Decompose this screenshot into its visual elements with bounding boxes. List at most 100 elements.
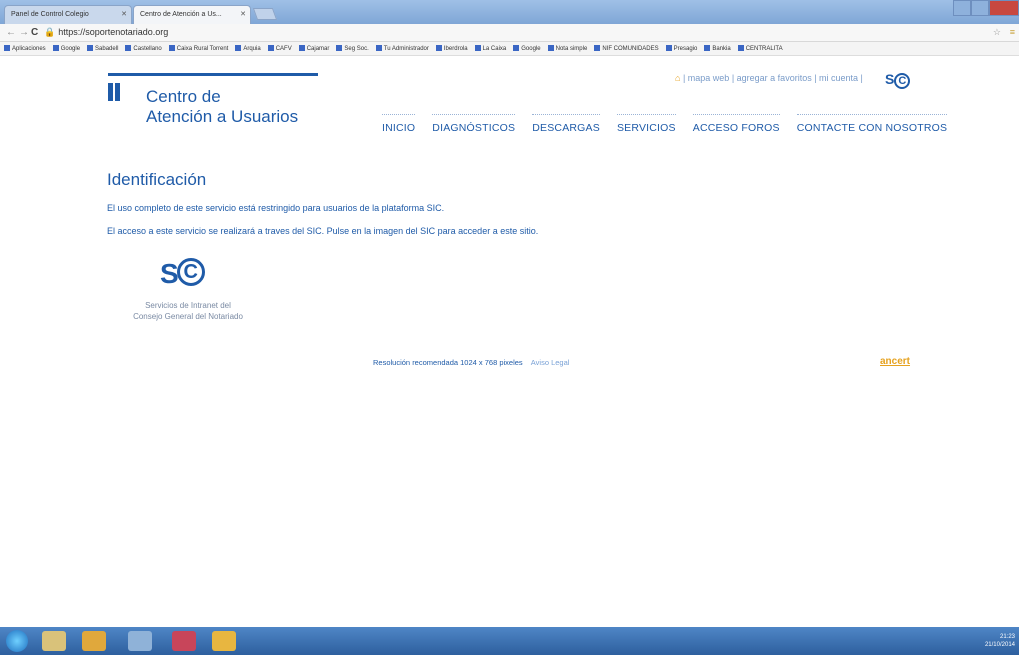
bookmark-label: Tu Administrador: [383, 46, 429, 52]
bookmark-label: Castellano: [133, 46, 162, 52]
forward-icon[interactable]: →: [19, 27, 29, 38]
restriction-text: El uso completo de este servicio está re…: [107, 203, 445, 213]
bookmark-item[interactable]: Presagio: [665, 45, 698, 52]
bookmark-label: La Caixa: [482, 46, 507, 52]
opera-icon[interactable]: [172, 631, 196, 651]
bookmark-icon: [474, 45, 481, 51]
address-bar-row: ← → C 🔒 https://soportenotariado.org ☆ ≡: [0, 24, 1019, 42]
page-title: Identificación: [107, 170, 207, 189]
bookmark-item[interactable]: Cajamar: [298, 45, 330, 52]
bookmark-label: Cajamar: [306, 46, 330, 52]
bookmark-item[interactable]: Castellano: [125, 45, 162, 52]
browser-titlebar: Panel de Control Colegio ✕ Centro de Ate…: [0, 0, 1019, 24]
tab-centro-atencion[interactable]: Centro de Atención a Us... ✕: [133, 5, 251, 24]
menu-icon[interactable]: ≡: [1010, 27, 1015, 37]
logo-bar: [108, 73, 318, 76]
nav-inicio[interactable]: INICIO: [382, 114, 416, 134]
bookmark-icon: [513, 45, 520, 51]
bookmark-item[interactable]: Google: [52, 45, 81, 52]
nav-servicios[interactable]: SERVICIOS: [616, 114, 676, 134]
clock-date: 21/10/2014: [984, 642, 1015, 648]
bookmark-icon: [375, 45, 382, 51]
main-nav: INICIO DIAGNÓSTICOS DESCARGAS SERVICIOS …: [382, 114, 964, 134]
tab-panel-control[interactable]: Panel de Control Colegio ✕: [4, 5, 132, 24]
bookmark-label: Google: [60, 46, 81, 52]
bookmark-icon: [168, 45, 175, 51]
bookmark-item[interactable]: Google: [513, 45, 541, 52]
bookmark-icon: [737, 45, 744, 51]
bookmark-icon: [87, 45, 94, 51]
tab-label: Panel de Control Colegio: [11, 11, 89, 18]
nav-descargas[interactable]: DESCARGAS: [532, 114, 600, 134]
footer: Resolución recomendada 1024 x 768 pixele…: [373, 358, 569, 367]
window-controls: [953, 0, 1019, 18]
access-text: El acceso a este servicio se realizará a…: [107, 226, 539, 236]
bookmark-icon: [704, 45, 711, 51]
bookmark-label: Bankia: [712, 46, 731, 52]
bookmark-label: Aplicaciones: [12, 46, 46, 52]
new-tab-button[interactable]: [252, 8, 278, 20]
minimize-button[interactable]: [953, 0, 971, 16]
bookmark-icon: [547, 45, 554, 51]
sic-small-logo[interactable]: SC: [885, 71, 911, 89]
bookmark-label: Caixa Rural Torrent: [176, 46, 229, 52]
bookmark-star-icon[interactable]: ☆: [993, 27, 1001, 38]
top-links[interactable]: ⌂ | mapa web | agregar a favoritos | mi …: [675, 73, 863, 83]
screen: Panel de Control Colegio ✕ Centro de Ate…: [0, 0, 1019, 655]
bookmark-label: Presagio: [673, 46, 698, 52]
bookmark-item[interactable]: Arquia: [235, 45, 261, 52]
maximize-button[interactable]: [971, 0, 989, 16]
bookmark-item[interactable]: Nota simple: [547, 45, 588, 52]
chrome-icon[interactable]: [82, 631, 106, 651]
bookmark-item[interactable]: Tu Administrador: [375, 45, 429, 52]
bookmark-icon: [298, 45, 305, 51]
bookmark-label: Arquia: [243, 46, 261, 52]
back-icon[interactable]: ←: [6, 27, 16, 38]
bookmark-item[interactable]: La Caixa: [474, 45, 507, 52]
ancert-logo[interactable]: ancert: [880, 356, 910, 367]
bookmark-icon: [235, 45, 242, 51]
app-icon[interactable]: [128, 631, 152, 651]
bookmark-item[interactable]: Seg Soc.: [336, 45, 369, 52]
close-tab-icon[interactable]: ✕: [240, 10, 246, 18]
bookmark-item[interactable]: CENTRALITA: [737, 45, 783, 52]
bookmark-icon: [267, 45, 274, 51]
close-window-button[interactable]: [989, 0, 1019, 16]
url-field[interactable]: 🔒 https://soportenotariado.org: [44, 27, 168, 38]
bookmark-icon: [4, 45, 10, 51]
bookmark-item[interactable]: CAFV: [267, 45, 292, 52]
bookmark-label: CAFV: [275, 46, 292, 52]
url-text: https://soportenotariado.org: [58, 27, 169, 37]
bookmark-item[interactable]: Aplicaciones: [4, 45, 46, 52]
logo-line-1: Centro de: [146, 87, 221, 106]
bookmark-item[interactable]: NIF COMUNIDADES: [594, 45, 659, 52]
sic-logo-link[interactable]: SC: [160, 258, 220, 289]
top-links-text: | mapa web | agregar a favoritos | mi cu…: [682, 73, 863, 83]
bookmark-item[interactable]: Sabadell: [87, 45, 118, 52]
explorer-icon[interactable]: [42, 631, 66, 651]
bookmark-label: Sabadell: [95, 46, 119, 52]
bookmark-label: Nota simple: [555, 46, 588, 52]
system-tray-clock[interactable]: 21:23 21/10/2014: [985, 633, 1015, 649]
bookmark-item[interactable]: Bankia: [704, 45, 731, 52]
bookmark-icon: [52, 45, 59, 51]
legal-link[interactable]: Aviso Legal: [531, 358, 570, 367]
sic-caption-line-2: Consejo General del Notariado: [133, 312, 243, 321]
nav-contacte[interactable]: CONTACTE CON NOSOTROS: [796, 114, 948, 134]
clock-time: 21:23: [999, 634, 1015, 640]
logo-book-icon: [108, 83, 122, 101]
taskbar: 21:23 21/10/2014: [0, 627, 1019, 655]
nav-diagnosticos[interactable]: DIAGNÓSTICOS: [432, 114, 516, 134]
lock-icon: 🔒: [44, 27, 56, 37]
bookmark-icon: [125, 45, 132, 51]
close-tab-icon[interactable]: ✕: [121, 10, 127, 18]
site-logo[interactable]: Centro de Atención a Usuarios: [146, 87, 298, 127]
start-button[interactable]: [6, 630, 28, 652]
reload-icon[interactable]: C: [31, 27, 38, 38]
bookmark-item[interactable]: Iberdrola: [435, 45, 468, 52]
folder-icon[interactable]: [212, 631, 236, 651]
sic-caption: Servicios de Intranet del Consejo Genera…: [128, 300, 248, 322]
bookmark-item[interactable]: Caixa Rural Torrent: [168, 45, 229, 52]
nav-acceso-foros[interactable]: ACCESO FOROS: [692, 114, 780, 134]
sic-caption-line-1: Servicios de Intranet del: [145, 301, 231, 310]
